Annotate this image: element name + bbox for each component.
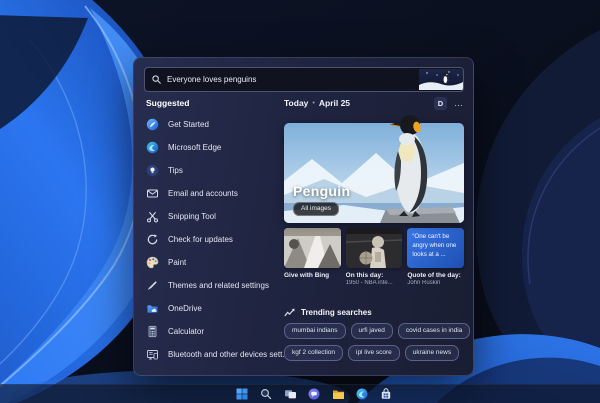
tips-icon <box>146 164 159 177</box>
all-images-button[interactable]: All images <box>293 202 339 216</box>
suggested-list: Get Started Microsoft Edge Tips Email an… <box>146 113 284 366</box>
today-date: April 25 <box>318 98 351 108</box>
quote-card-background: “One can't be angry when one looks at a … <box>407 228 465 268</box>
quote-line: looks at a ... <box>412 251 446 258</box>
paint-icon <box>146 256 159 269</box>
trending-chip[interactable]: ukraine news <box>404 345 460 361</box>
start-icon[interactable] <box>236 388 249 401</box>
trending-title: Trending searches <box>301 308 372 317</box>
file-explorer-icon[interactable] <box>332 388 345 401</box>
hero-image-card[interactable]: Penguin All images <box>284 115 464 223</box>
trending-searches-section: Trending searches mumbai indians urfi ja… <box>284 308 471 361</box>
trending-chip[interactable]: kgf 2 collection <box>284 345 343 361</box>
today-separator: • <box>312 99 315 107</box>
hero-title: Penguin <box>293 183 351 199</box>
suggested-item-snipping-tool[interactable]: Snipping Tool <box>146 205 284 228</box>
update-icon <box>146 233 159 246</box>
card-give-with-bing[interactable]: Give with Bing <box>284 228 341 286</box>
on-this-day-photo <box>345 228 403 268</box>
trending-header: Trending searches <box>284 308 464 317</box>
search-icon[interactable] <box>260 388 273 401</box>
search-icon <box>152 75 161 84</box>
card-quote-of-the-day[interactable]: “One can't be angry when one looks at a … <box>407 228 465 286</box>
store-icon[interactable] <box>380 388 393 401</box>
today-label: Today <box>284 98 309 108</box>
suggested-heading: Suggested <box>146 98 190 108</box>
search-flyout-panel: Everyone loves penguins Suggested Get St… <box>133 57 474 376</box>
taskbar <box>0 384 600 403</box>
suggested-item-bluetooth-devices[interactable]: Bluetooth and other devices sett... <box>146 343 284 366</box>
calculator-icon <box>146 325 159 338</box>
suggested-item-email-accounts[interactable]: Email and accounts <box>146 182 284 205</box>
card-on-this-day[interactable]: On this day: 1950 - NBA inte... <box>345 228 403 286</box>
card-caption: Quote of the day: <box>407 272 461 279</box>
suggested-item-tips[interactable]: Tips <box>146 159 284 182</box>
get-started-icon <box>146 118 159 131</box>
chat-icon[interactable] <box>308 388 321 401</box>
quote-line: “One can't be <box>412 233 450 240</box>
suggested-item-themes[interactable]: Themes and related settings <box>146 274 284 297</box>
suggested-item-get-started[interactable]: Get Started <box>146 113 284 136</box>
edge-icon <box>146 141 159 154</box>
email-icon <box>146 187 159 200</box>
quote-line: angry when one <box>412 242 457 249</box>
snipping-tool-icon <box>146 210 159 223</box>
themes-icon <box>146 279 159 292</box>
taskbar-icons <box>236 388 393 401</box>
penguin-photo <box>384 107 438 223</box>
task-view-icon[interactable] <box>284 388 297 401</box>
trending-chip[interactable]: ipl live score <box>348 345 400 361</box>
trending-chip[interactable]: covid cases in india <box>397 323 471 339</box>
suggested-item-calculator[interactable]: Calculator <box>146 320 284 343</box>
suggested-item-paint[interactable]: Paint <box>146 251 284 274</box>
trending-chip[interactable]: mumbai indians <box>284 323 346 339</box>
daily-content-column: Today • April 25 D … Penguin All images … <box>284 96 471 361</box>
trending-chip[interactable]: urfi javed <box>350 323 393 339</box>
trending-icon <box>284 308 295 317</box>
search-query-text: Everyone loves penguins <box>167 75 257 84</box>
suggested-item-onedrive[interactable]: OneDrive <box>146 297 284 320</box>
trending-chip-row: kgf 2 collection ipl live score ukraine … <box>284 345 464 361</box>
edge-icon[interactable] <box>356 388 369 401</box>
give-with-bing-photo <box>284 228 341 268</box>
card-subcaption: John Ruskin <box>407 280 441 286</box>
suggested-item-check-updates[interactable]: Check for updates <box>146 228 284 251</box>
card-subcaption: 1950 - NBA inte... <box>345 280 393 286</box>
bluetooth-devices-icon <box>146 348 159 361</box>
more-options-icon[interactable]: … <box>454 99 464 108</box>
card-caption: Give with Bing <box>284 272 330 279</box>
penguin-night-illustration <box>419 69 463 90</box>
trending-chip-row: mumbai indians urfi javed covid cases in… <box>284 323 471 339</box>
search-input[interactable]: Everyone loves penguins <box>144 67 464 92</box>
suggested-item-microsoft-edge[interactable]: Microsoft Edge <box>146 136 284 159</box>
card-caption: On this day: <box>345 272 384 279</box>
daily-cards-row: Give with Bing On this day: 1950 - NBA i… <box>284 228 465 286</box>
onedrive-icon <box>146 302 159 315</box>
